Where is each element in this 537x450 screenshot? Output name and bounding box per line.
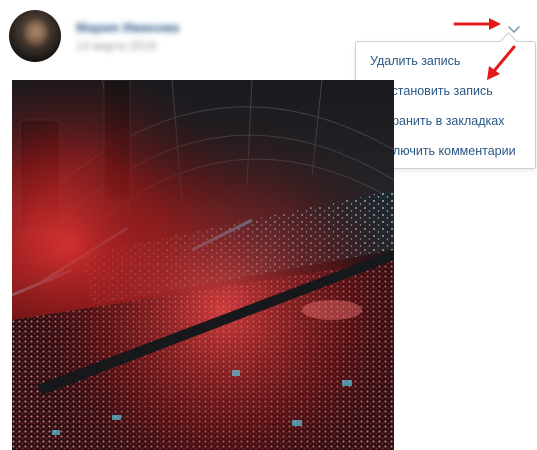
post-author-name[interactable]: Мария Иванова — [76, 20, 179, 35]
concert-arena-photo — [12, 80, 394, 450]
annotation-arrow-diagonal — [487, 45, 516, 80]
avatar-face — [25, 20, 47, 46]
avatar[interactable] — [9, 10, 61, 62]
post-date[interactable]: 14 марта 2019 — [76, 39, 156, 53]
annotation-arrow-right — [453, 18, 501, 30]
post-photo[interactable] — [12, 80, 394, 450]
post-view: Мария Иванова 14 марта 2019 Удалить запи… — [0, 0, 537, 450]
